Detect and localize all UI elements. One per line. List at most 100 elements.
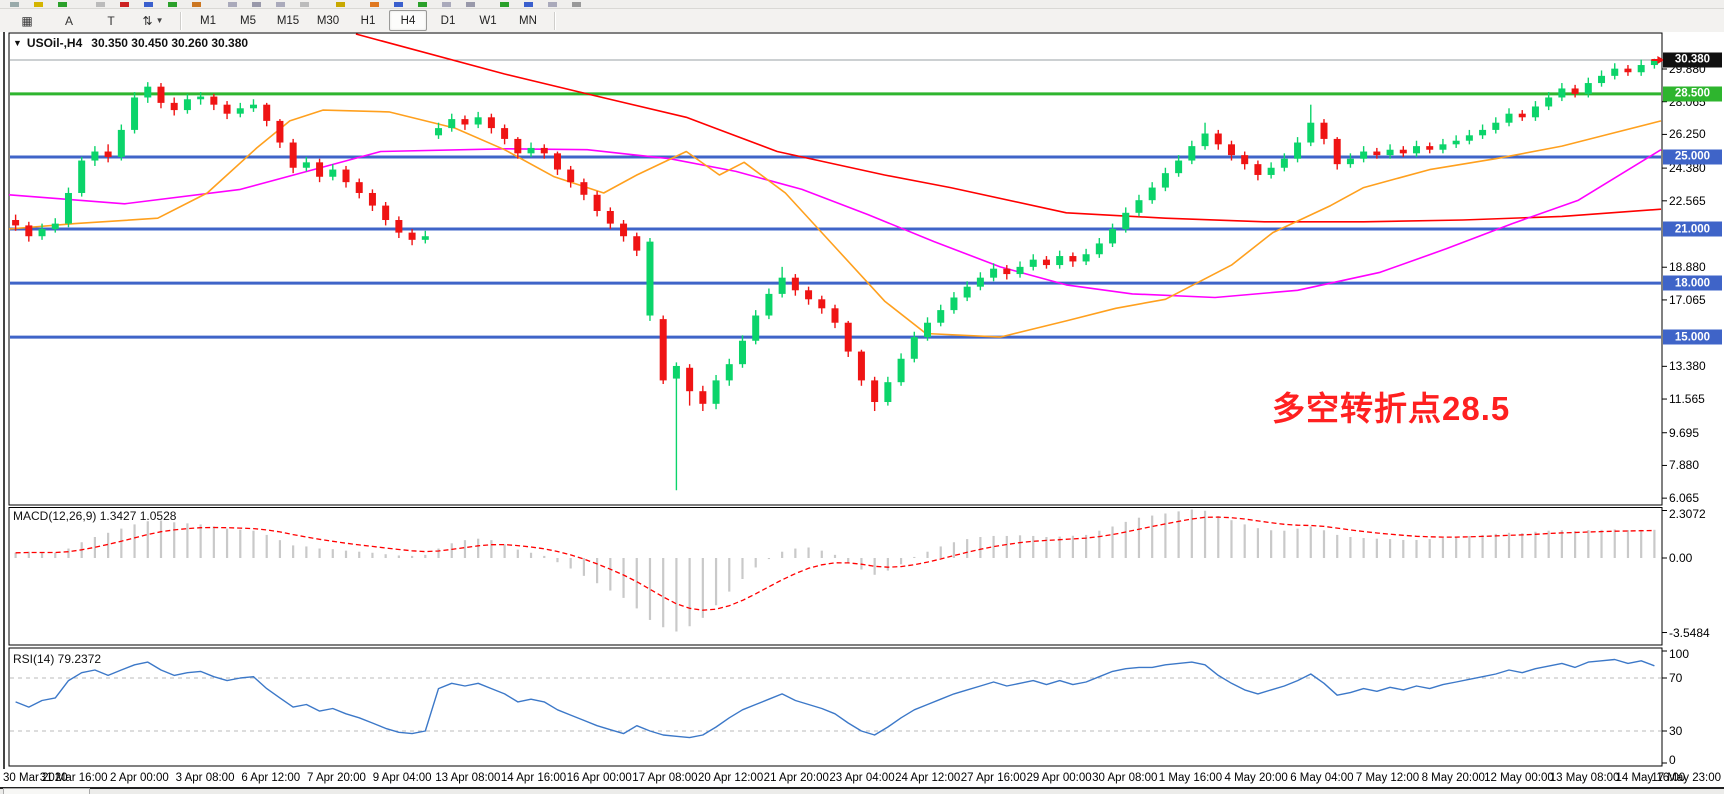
date-axis[interactable]: 30 Mar 202031 Mar 16:002 Apr 00:003 Apr … <box>0 769 1724 787</box>
axis-tick-label: 9.695 <box>1669 426 1699 440</box>
date-label: 27 Apr 16:00 <box>961 772 1026 784</box>
axis-tick-label: 0 <box>1669 753 1676 767</box>
price-badge: 15.000 <box>1663 330 1722 345</box>
date-label: 4 May 20:00 <box>1224 772 1287 784</box>
axis-tick-label: -3.5484 <box>1669 626 1710 640</box>
cycle-arrows-icon[interactable]: ⇅▼ <box>133 10 173 31</box>
date-label: 13 May 08:00 <box>1550 772 1620 784</box>
clipped-icon <box>168 2 177 7</box>
clipped-icon <box>144 2 153 7</box>
clipped-icon <box>524 2 533 7</box>
date-label: 30 Apr 08:00 <box>1092 772 1157 784</box>
price-badge: 30.380 <box>1663 52 1722 67</box>
price-badge: 21.000 <box>1663 222 1722 237</box>
timeframe-button-mn[interactable]: MN <box>509 10 547 31</box>
clipped-icon <box>96 2 105 7</box>
clipped-icon <box>10 2 19 7</box>
axis-tick-label: 0.00 <box>1669 551 1692 565</box>
date-label: 24 Apr 12:00 <box>895 772 960 784</box>
clipped-icon <box>572 2 581 7</box>
clipped-icon <box>120 2 129 7</box>
symbol-name: USOil-,H4 <box>27 36 82 50</box>
timeframe-button-m5[interactable]: M5 <box>229 10 267 31</box>
timeframe-button-m1[interactable]: M1 <box>189 10 227 31</box>
price-badge: 25.000 <box>1663 149 1722 164</box>
axis-tick-label: 13.380 <box>1669 359 1706 373</box>
window-bottom-strip <box>0 787 1724 794</box>
rsi-indicator-label: RSI(14) 79.2372 <box>13 652 101 666</box>
chart-window[interactable]: ▼ USOil-,H4 30.350 30.450 30.260 30.380 MA… <box>0 32 1724 794</box>
freehand-grid-icon[interactable]: ▦ <box>7 10 47 31</box>
axis-tick-label: 2.3072 <box>1669 507 1706 521</box>
price-badge: 18.000 <box>1663 276 1722 291</box>
chevron-down-icon: ▼ <box>13 38 22 48</box>
date-label: 7 Apr 20:00 <box>307 772 366 784</box>
clipped-icon <box>370 2 379 7</box>
timeframe-button-d1[interactable]: D1 <box>429 10 467 31</box>
clipped-icon <box>394 2 403 7</box>
clipped-icon <box>34 2 43 7</box>
timeframe-button-w1[interactable]: W1 <box>469 10 507 31</box>
date-label: 20 Apr 12:00 <box>698 772 763 784</box>
date-label: 7 May 12:00 <box>1356 772 1419 784</box>
timeframe-button-m30[interactable]: M30 <box>309 10 347 31</box>
axis-tick-label: 22.565 <box>1669 194 1706 208</box>
axis-tick-label: 17.065 <box>1669 293 1706 307</box>
date-label: 31 Mar 16:00 <box>40 772 108 784</box>
macd-indicator-label: MACD(12,26,9) 1.3427 1.0528 <box>13 509 176 523</box>
date-label: 6 May 04:00 <box>1290 772 1353 784</box>
clipped-icon <box>300 2 309 7</box>
axis-tick-label: 7.880 <box>1669 458 1699 472</box>
axis-tick-label: 6.065 <box>1669 491 1699 505</box>
clipped-upper-toolbar <box>0 0 1724 9</box>
clipped-icon <box>442 2 451 7</box>
symbol-ohlc-header[interactable]: ▼ USOil-,H4 30.350 30.450 30.260 30.380 <box>13 36 248 50</box>
date-label: 13 Apr 08:00 <box>435 772 500 784</box>
clipped-icon <box>192 2 201 7</box>
timeframe-button-m15[interactable]: M15 <box>269 10 307 31</box>
window-bottom-tab[interactable] <box>3 788 90 794</box>
clipped-icon <box>252 2 261 7</box>
clipped-icon <box>418 2 427 7</box>
trading-terminal: ▦ A T ⇅▼ M1M5M15M30H1H4D1W1MN ▼ USOil-,H4… <box>0 0 1724 794</box>
date-label: 3 Apr 08:00 <box>176 772 235 784</box>
clipped-icon <box>466 2 475 7</box>
date-label: 16 Apr 00:00 <box>567 772 632 784</box>
clipped-icon <box>276 2 285 7</box>
ohlc-values: 30.350 30.450 30.260 30.380 <box>91 36 248 50</box>
clipped-icon <box>336 2 345 7</box>
text-label-icon[interactable]: A <box>49 10 89 31</box>
toolbar-separator <box>180 12 182 30</box>
axis-tick-label: 11.565 <box>1669 392 1705 406</box>
axis-tick-label: 70 <box>1669 671 1682 685</box>
clipped-icon <box>548 2 557 7</box>
date-label: 12 May 00:00 <box>1484 772 1554 784</box>
chart-toolbar: ▦ A T ⇅▼ M1M5M15M30H1H4D1W1MN <box>0 9 1724 33</box>
date-label: 17 May 23:00 <box>1651 772 1721 784</box>
clipped-icon <box>228 2 237 7</box>
clipped-icon <box>58 2 67 7</box>
price-badge: 28.500 <box>1663 86 1722 101</box>
axis-tick-label: 30 <box>1669 724 1682 738</box>
date-label: 1 May 16:00 <box>1159 772 1222 784</box>
date-label: 21 Apr 20:00 <box>764 772 829 784</box>
timeframe-group: M1M5M15M30H1H4D1W1MN <box>188 10 548 31</box>
chevron-down-icon: ▼ <box>156 16 164 25</box>
timeframe-button-h4[interactable]: H4 <box>389 10 427 31</box>
axis-tick-label: 18.880 <box>1669 260 1706 274</box>
date-label: 9 Apr 04:00 <box>373 772 432 784</box>
date-label: 8 May 20:00 <box>1422 772 1485 784</box>
chart-text-annotation[interactable]: 多空转折点28.5 <box>1272 382 1510 430</box>
date-label: 23 Apr 04:00 <box>829 772 894 784</box>
date-label: 17 Apr 08:00 <box>632 772 697 784</box>
date-label: 29 Apr 00:00 <box>1026 772 1091 784</box>
clipped-icon <box>500 2 509 7</box>
timeframe-button-h1[interactable]: H1 <box>349 10 387 31</box>
axis-tick-label: 26.250 <box>1669 127 1706 141</box>
date-label: 2 Apr 00:00 <box>110 772 169 784</box>
date-label: 6 Apr 12:00 <box>241 772 300 784</box>
date-label: 14 Apr 16:00 <box>501 772 566 784</box>
toolbar-separator <box>554 12 556 30</box>
text-box-icon[interactable]: T <box>91 10 131 31</box>
axis-tick-label: 100 <box>1669 647 1689 661</box>
